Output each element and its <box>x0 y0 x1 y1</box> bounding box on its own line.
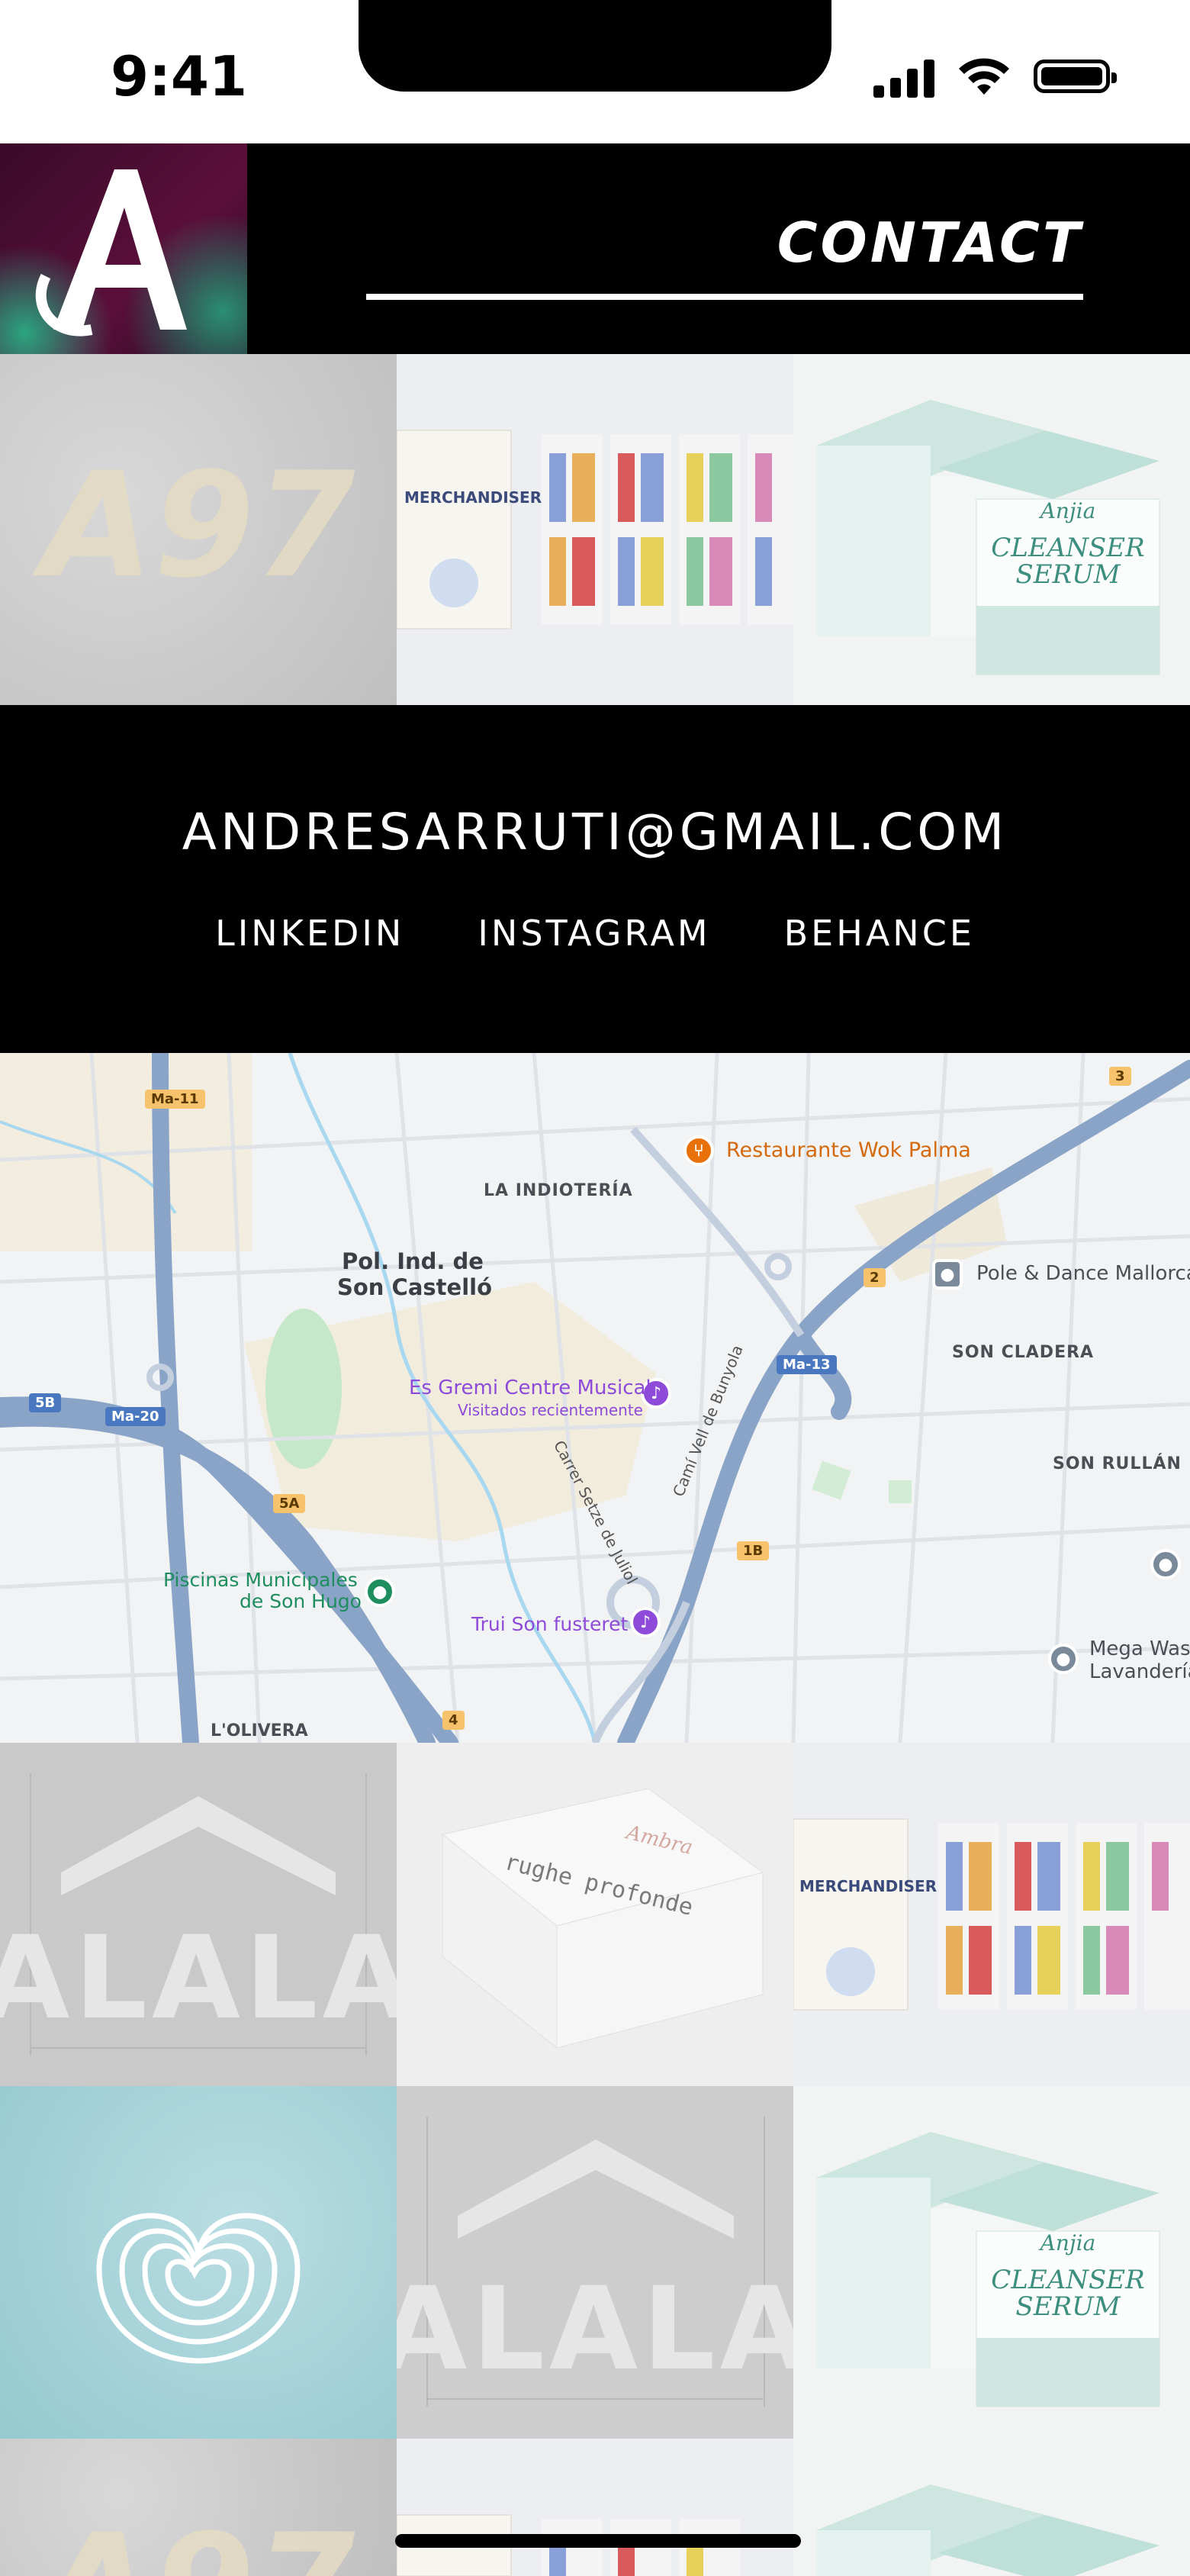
notch <box>359 0 831 92</box>
place-pin-icon[interactable]: ● <box>1150 1549 1181 1579</box>
alala2-text: ALALA <box>397 2263 795 2396</box>
box2-line1: CLEANSER <box>991 2265 1144 2295</box>
status-icons <box>873 55 1117 98</box>
status-bar: 9:41 <box>0 0 1190 143</box>
box2-line2: SERUM <box>1015 2291 1121 2322</box>
behance-link[interactable]: BEHANCE <box>784 913 975 954</box>
road-shield-5a: 5A <box>273 1494 306 1513</box>
map-label-son-rullan: SON RULLÁN <box>1053 1454 1182 1473</box>
dance-icon[interactable]: ● <box>932 1259 963 1290</box>
merch-title: MERCHANDISER <box>404 488 542 507</box>
alala-text: ALALA <box>0 1912 397 2045</box>
restaurant-icon[interactable]: ⑂ <box>683 1135 714 1166</box>
map-label-piscinas-1[interactable]: Piscinas Municipales <box>163 1569 358 1591</box>
map-label-gremi[interactable]: Es Gremi Centre Musical <box>409 1377 651 1399</box>
alala-artwork: ALALA <box>0 1773 397 2056</box>
pool-icon[interactable]: ● <box>365 1576 395 1607</box>
project-tile-cleanser-2[interactable]: Anjia CLEANSER SERUM <box>793 2086 1190 2439</box>
map-label-piscinas-2: de Son Hugo <box>240 1590 362 1612</box>
map-label-gremi-sub: Visitados recientemente <box>458 1401 643 1419</box>
alala2-artwork: ALALA <box>397 2117 795 2407</box>
nav-underline <box>366 294 1083 300</box>
logo-mark <box>35 169 187 336</box>
project-tile-spiral[interactable] <box>0 2086 397 2439</box>
map-label-trui[interactable]: Trui Son fusteret <box>471 1613 628 1635</box>
site-header: CONTACT <box>0 143 1190 354</box>
road-shield-ma13: Ma-13 <box>777 1355 837 1374</box>
map-label-pol-ind-1: Pol. Ind. de <box>342 1248 484 1274</box>
site-logo[interactable] <box>0 143 247 354</box>
cleanser2-artwork: Anjia CLEANSER SERUM <box>816 2132 1160 2407</box>
merch3-artwork <box>397 2514 740 2576</box>
project-tile-alala-2[interactable]: ALALA <box>397 2086 795 2439</box>
box-line2: SERUM <box>1015 559 1121 590</box>
project-tile-a97[interactable]: A97 <box>0 354 397 705</box>
map-label-indioteria: LA INDIOTERÍA <box>484 1181 633 1200</box>
project-tile-a97-2[interactable]: A97 <box>0 2439 397 2576</box>
battery-icon <box>1034 60 1117 93</box>
instagram-link[interactable]: INSTAGRAM <box>478 913 710 954</box>
road-shield-ma20: Ma-20 <box>105 1407 166 1426</box>
status-time: 9:41 <box>111 44 248 108</box>
map-label-pole-dance[interactable]: Pole & Dance Mallorca <box>976 1262 1190 1285</box>
merch2-title: MERCHANDISER <box>799 1877 937 1895</box>
road-shield-2: 2 <box>864 1268 886 1287</box>
a97-artwork: A97 <box>31 441 355 610</box>
project-tile-merchandiser-2[interactable]: MERCHANDISER <box>793 1743 1190 2086</box>
a97-2-text: A97 <box>31 2503 355 2576</box>
a97-2-artwork: A97 <box>31 2503 355 2576</box>
map-label-pol-ind-2: Son Castelló <box>337 1274 492 1300</box>
spiral-artwork <box>96 2213 301 2364</box>
map-label-restaurant[interactable]: Restaurante Wok Palma <box>726 1138 971 1162</box>
road-shield-3: 3 <box>1109 1067 1131 1086</box>
project-tile-alala[interactable]: ALALA <box>0 1743 397 2086</box>
cleanser3-artwork <box>816 2484 1159 2576</box>
merch-artwork: MERCHANDISER <box>397 430 795 630</box>
project-tile-rughe[interactable]: Ambra rughe profonde <box>397 1743 795 2086</box>
road-shield-ma11: Ma-11 <box>145 1090 205 1109</box>
box2-brand: Anjia <box>1038 2230 1096 2256</box>
project-tile-merchandiser-3[interactable] <box>397 2439 795 2576</box>
rughe-artwork: Ambra rughe profonde <box>441 1788 764 2050</box>
road-shield-1b: 1B <box>737 1541 770 1560</box>
map-label-olivera: L'OLIVERA <box>211 1721 308 1740</box>
social-links: LINKEDIN INSTAGRAM BEHANCE <box>0 913 1190 954</box>
nav-contact-link[interactable]: CONTACT <box>777 211 1083 275</box>
music-icon-trui[interactable]: ♪ <box>630 1607 661 1637</box>
contact-section: ANDRESARRUTI@GMAIL.COM LINKEDIN INSTAGRA… <box>0 705 1190 1053</box>
linkedin-link[interactable]: LINKEDIN <box>215 913 404 954</box>
project-tile-cleanser-3[interactable] <box>793 2439 1190 2576</box>
merch2-artwork: MERCHANDISER <box>793 1818 1190 2011</box>
wifi-icon <box>959 58 1009 95</box>
signal-icon <box>873 55 934 98</box>
map-label-son-cladera: SON CLADERA <box>952 1343 1095 1362</box>
cleanser-artwork: Anjia CLEANSER SERUM <box>816 400 1160 675</box>
a97-text: A97 <box>31 441 355 610</box>
home-indicator[interactable] <box>395 2534 801 2548</box>
project-tile-merchandiser[interactable]: MERCHANDISER <box>397 354 795 705</box>
laundry-icon[interactable]: ● <box>1048 1644 1079 1674</box>
box-line1: CLEANSER <box>991 533 1144 563</box>
road-shield-4: 4 <box>442 1711 465 1730</box>
map-label-mega-wash-1[interactable]: Mega Wash <box>1089 1637 1190 1660</box>
location-map[interactable]: Ma-11 Ma-20 Ma-13 5B 5A 1B 2 3 4 ⑂ ● ♪ ♪… <box>0 1053 1190 1743</box>
map-label-mega-wash-2: Lavandería <box>1089 1660 1190 1683</box>
road-shield-5b: 5B <box>29 1393 62 1412</box>
box-brand: Anjia <box>1038 498 1096 523</box>
project-tile-cleanser[interactable]: Anjia CLEANSER SERUM <box>793 354 1190 705</box>
contact-email-link[interactable]: ANDRESARRUTI@GMAIL.COM <box>0 803 1190 861</box>
